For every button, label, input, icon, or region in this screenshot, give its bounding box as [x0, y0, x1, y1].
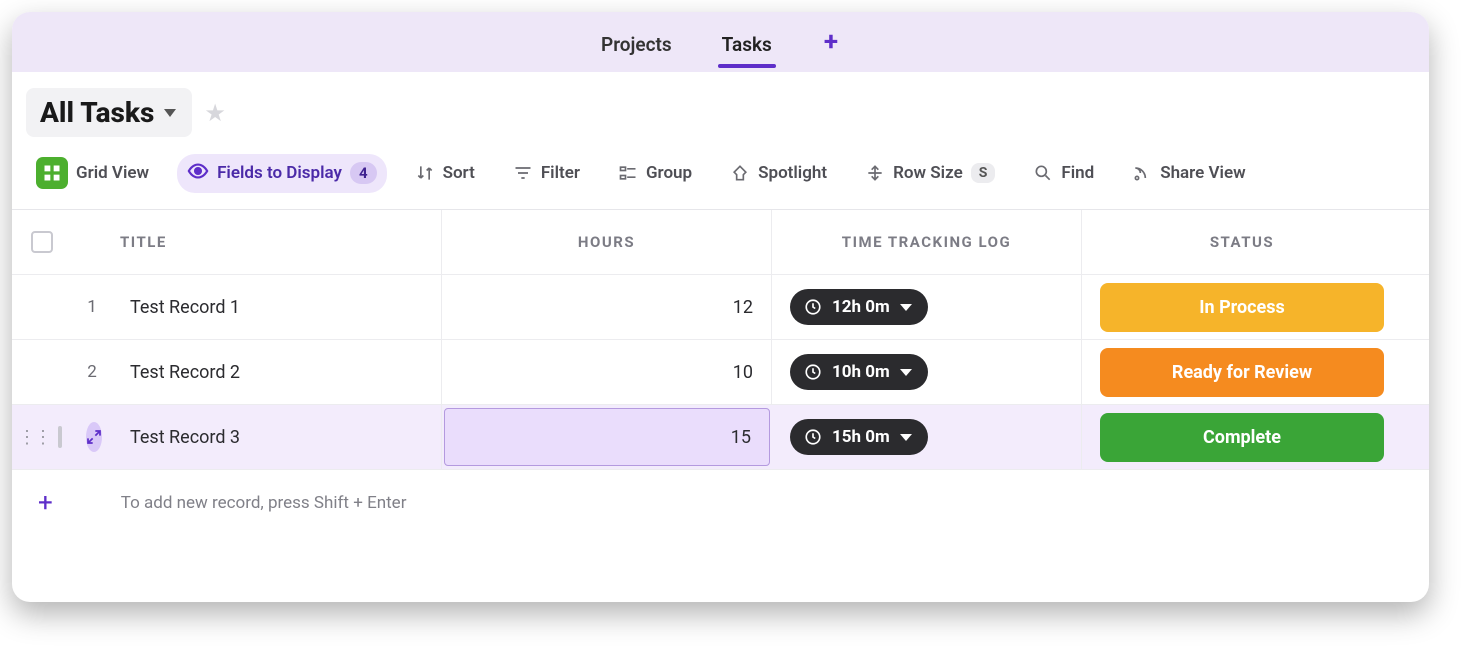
add-record-button[interactable]: + [38, 488, 53, 518]
data-grid: TITLE HOURS TIME TRACKING LOG STATUS 1Te… [12, 209, 1429, 536]
row-size-button[interactable]: Row Size S [855, 157, 1005, 189]
add-record-hint: To add new record, press Shift + Enter [121, 493, 407, 513]
row-precol [12, 275, 72, 339]
select-all-checkbox[interactable] [31, 231, 53, 253]
row-time-log-cell: 12h 0m [772, 275, 1082, 339]
time-tracking-chip[interactable]: 10h 0m [790, 354, 928, 390]
status-pill[interactable]: Ready for Review [1100, 348, 1384, 397]
spotlight-label: Spotlight [758, 163, 827, 183]
find-button[interactable]: Find [1023, 157, 1104, 189]
chevron-down-icon [900, 434, 912, 441]
share-label: Share View [1160, 163, 1245, 183]
row-number [72, 405, 112, 469]
table-row[interactable]: 2Test Record 210 10h 0m Ready for Review [12, 340, 1429, 405]
tab-projects[interactable]: Projects [597, 17, 676, 68]
row-precol: ⋮⋮ [12, 405, 72, 469]
grid-header-row: TITLE HOURS TIME TRACKING LOG STATUS [12, 210, 1429, 275]
status-pill[interactable]: In Process [1100, 283, 1384, 332]
app-frame: Projects Tasks + All Tasks ★ Grid View F… [12, 12, 1429, 602]
row-status-cell: Ready for Review [1082, 340, 1402, 404]
filter-label: Filter [541, 163, 580, 183]
row-hours-cell[interactable]: 15 [444, 408, 770, 466]
sort-button[interactable]: Sort [405, 157, 485, 189]
chevron-down-icon [164, 109, 176, 117]
header-spacer [72, 210, 112, 274]
find-label: Find [1061, 163, 1094, 183]
spotlight-button[interactable]: Spotlight [720, 157, 837, 189]
row-title-cell[interactable]: Test Record 3 [112, 405, 442, 469]
filter-button[interactable]: Filter [503, 157, 590, 189]
clock-icon [804, 428, 822, 446]
fields-to-display-button[interactable]: Fields to Display 4 [177, 154, 386, 193]
tab-bar: Projects Tasks + [12, 12, 1429, 72]
group-button[interactable]: Group [608, 157, 702, 189]
fields-label: Fields to Display [217, 163, 342, 183]
header-hours[interactable]: HOURS [442, 210, 772, 274]
row-precol [12, 340, 72, 404]
view-selector[interactable]: All Tasks [26, 88, 192, 137]
row-title-cell[interactable]: Test Record 2 [112, 340, 442, 404]
add-tab-button[interactable]: + [818, 27, 844, 57]
tab-tasks[interactable]: Tasks [718, 17, 776, 68]
row-size-badge: S [971, 163, 996, 183]
row-status-cell: In Process [1082, 275, 1402, 339]
group-label: Group [646, 163, 692, 183]
fields-count-badge: 4 [350, 162, 377, 184]
row-time-log-cell: 15h 0m [772, 405, 1082, 469]
view-header: All Tasks ★ [12, 72, 1429, 147]
view-title: All Tasks [40, 96, 154, 129]
header-status[interactable]: STATUS [1082, 210, 1402, 274]
row-hours-cell[interactable]: 10 [442, 340, 772, 404]
favorite-star-icon[interactable]: ★ [204, 99, 226, 127]
table-row[interactable]: 1Test Record 112 12h 0m In Process [12, 275, 1429, 340]
header-time-log[interactable]: TIME TRACKING LOG [772, 210, 1082, 274]
row-time-log-cell: 10h 0m [772, 340, 1082, 404]
row-checkbox[interactable] [58, 426, 62, 448]
chevron-down-icon [900, 369, 912, 376]
time-tracking-chip[interactable]: 12h 0m [790, 289, 928, 325]
time-log-value: 15h 0m [832, 427, 890, 447]
row-title-cell[interactable]: Test Record 1 [112, 275, 442, 339]
row-size-label: Row Size [893, 163, 963, 183]
time-log-value: 12h 0m [832, 297, 890, 317]
sort-label: Sort [443, 163, 475, 183]
clock-icon [804, 298, 822, 316]
eye-icon [187, 160, 209, 187]
grid-icon [36, 157, 68, 189]
row-status-cell: Complete [1082, 405, 1402, 469]
grid-view-label: Grid View [76, 163, 149, 183]
grid-footer: + To add new record, press Shift + Enter [12, 470, 1429, 536]
header-checkbox-cell [12, 210, 72, 274]
time-log-value: 10h 0m [832, 362, 890, 382]
clock-icon [804, 363, 822, 381]
header-title[interactable]: TITLE [112, 210, 442, 274]
row-number: 1 [72, 275, 112, 339]
toolbar: Grid View Fields to Display 4 Sort Filte… [12, 147, 1429, 209]
status-pill[interactable]: Complete [1100, 413, 1384, 462]
grid-view-button[interactable]: Grid View [26, 151, 159, 195]
share-view-button[interactable]: Share View [1122, 157, 1255, 189]
time-tracking-chip[interactable]: 15h 0m [790, 419, 928, 455]
chevron-down-icon [900, 304, 912, 311]
row-number: 2 [72, 340, 112, 404]
expand-record-button[interactable] [86, 422, 102, 452]
drag-handle-icon[interactable]: ⋮⋮ [18, 427, 50, 448]
table-row[interactable]: ⋮⋮ Test Record 315 15h 0m Complete [12, 405, 1429, 470]
row-hours-cell[interactable]: 12 [442, 275, 772, 339]
